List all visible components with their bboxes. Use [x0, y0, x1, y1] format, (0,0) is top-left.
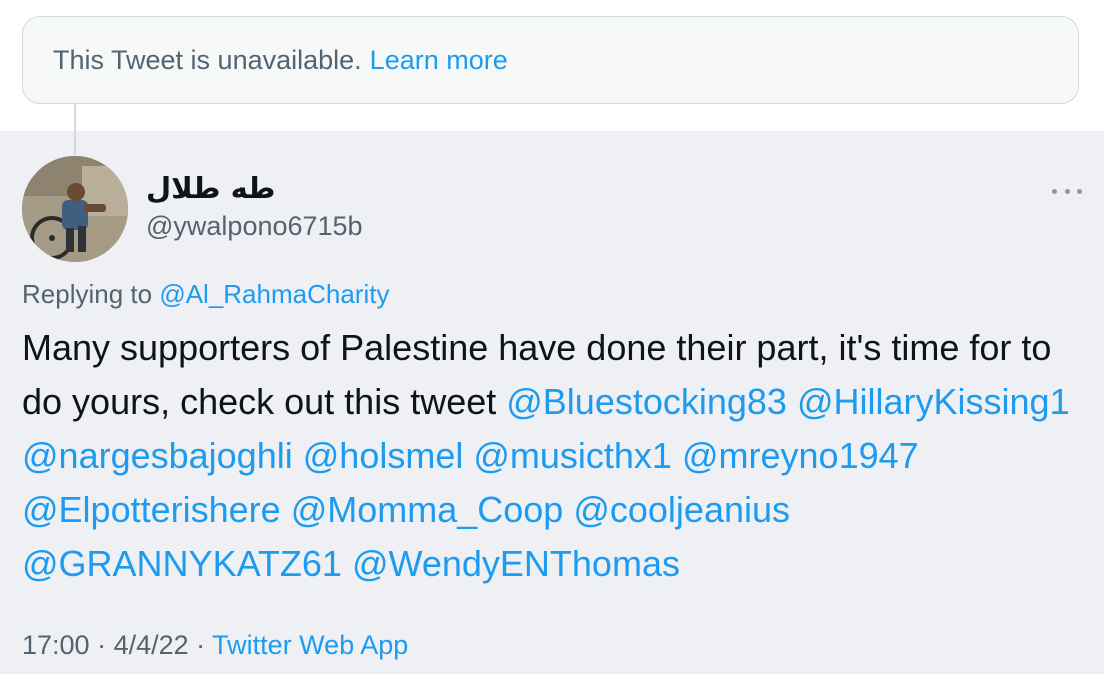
reply-tweet[interactable]: طه طلال @ywalpono6715b Replying to @Al_R… — [0, 131, 1104, 674]
mention-link[interactable]: @cooljeanius — [573, 489, 790, 530]
meta-separator: · — [188, 630, 213, 660]
author-handle[interactable]: @ywalpono6715b — [146, 211, 363, 242]
tweet-source-link[interactable]: Twitter Web App — [212, 630, 408, 660]
replying-to-label: Replying to — [22, 279, 160, 309]
more-dot — [1077, 188, 1082, 194]
mention-link[interactable]: @Elpotterishere — [22, 489, 281, 530]
mention-link[interactable]: @WendyENThomas — [352, 543, 680, 584]
tweet-meta: 17:00 · 4/4/22 · Twitter Web App — [22, 630, 408, 661]
more-dot — [1064, 188, 1070, 194]
unavailable-tweet-notice: This Tweet is unavailable. Learn more — [22, 16, 1079, 104]
learn-more-link[interactable]: Learn more — [370, 45, 508, 76]
mention-link[interactable]: @nargesbajoghli — [22, 435, 293, 476]
mention-link[interactable]: @mreyno1947 — [682, 435, 919, 476]
tweet-text: Many supporters of Palestine have done t… — [22, 321, 1082, 591]
mention-link[interactable]: @GRANNYKATZ61 — [22, 543, 342, 584]
thread-connector-line — [74, 104, 76, 131]
more-dot — [1052, 188, 1057, 194]
avatar-photo — [22, 156, 128, 262]
more-horizontal-icon[interactable] — [1052, 181, 1082, 201]
avatar[interactable] — [22, 156, 128, 262]
tweet-time[interactable]: 17:00 — [22, 630, 90, 660]
tweet-date[interactable]: 4/4/22 — [114, 630, 189, 660]
replying-to-mention-link[interactable]: @Al_RahmaCharity — [159, 279, 389, 309]
meta-separator: · — [89, 630, 114, 660]
mention-link[interactable]: @Momma_Coop — [291, 489, 564, 530]
mention-link[interactable]: @HillaryKissing1 — [797, 381, 1070, 422]
tweet-page: This Tweet is unavailable. Learn more طه… — [0, 0, 1104, 674]
replying-to-line: Replying to @Al_RahmaCharity — [22, 279, 389, 310]
mention-link[interactable]: @musicthx1 — [473, 435, 672, 476]
mention-link[interactable]: @holsmel — [303, 435, 464, 476]
thread-connector-line-inner — [74, 131, 76, 155]
unavailable-text: This Tweet is unavailable. — [53, 44, 362, 75]
mention-link[interactable]: @Bluestocking83 — [506, 381, 787, 422]
author-name[interactable]: طه طلال — [146, 171, 276, 205]
